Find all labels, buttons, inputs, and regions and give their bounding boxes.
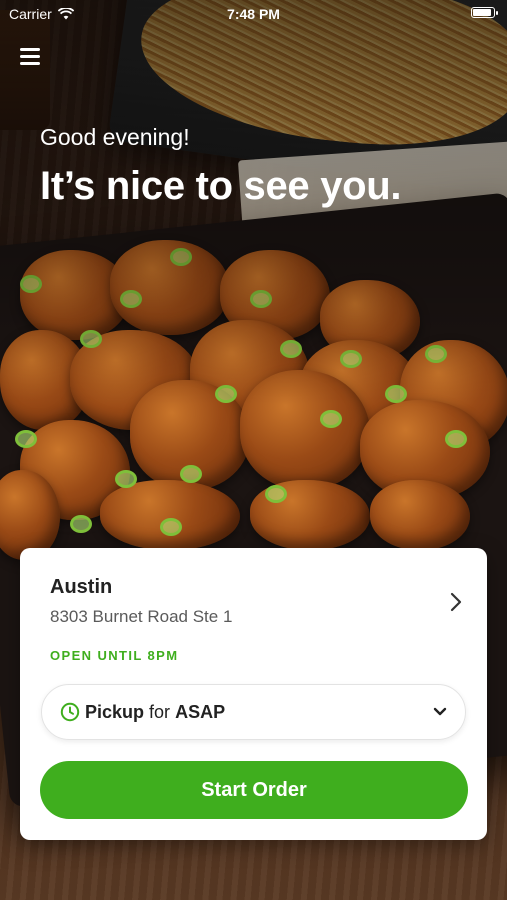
chevron-down-icon: [433, 707, 447, 716]
start-order-button[interactable]: Start Order: [40, 761, 468, 819]
order-time: ASAP: [175, 702, 226, 722]
menu-line: [20, 55, 40, 58]
order-card: Austin 8303 Burnet Road Ste 1 OPEN UNTIL…: [20, 548, 487, 840]
hamburger-menu-icon[interactable]: [20, 48, 42, 68]
store-hours-status: OPEN UNTIL 8PM: [50, 648, 179, 663]
order-connector: for: [149, 702, 171, 722]
status-time: 7:48 PM: [227, 6, 280, 22]
order-mode: Pickup: [85, 702, 145, 722]
order-type-dropdown[interactable]: Pickup for ASAP: [41, 684, 466, 740]
location-address: 8303 Burnet Road Ste 1: [50, 607, 233, 626]
order-type-label: Pickup for ASAP: [85, 702, 225, 723]
greeting-text: Good evening!: [40, 124, 190, 150]
chevron-right-icon: [450, 592, 462, 612]
location-selector[interactable]: Austin 8303 Burnet Road Ste 1: [50, 576, 467, 636]
location-name: Austin: [50, 576, 113, 598]
clock-icon: [60, 702, 80, 722]
page-title: It’s nice to see you.: [40, 164, 402, 208]
menu-line: [20, 48, 40, 51]
menu-line: [20, 62, 40, 65]
battery-icon: [471, 7, 498, 18]
status-bar: Carrier 7:48 PM: [0, 0, 507, 28]
battery-level: [473, 9, 491, 16]
